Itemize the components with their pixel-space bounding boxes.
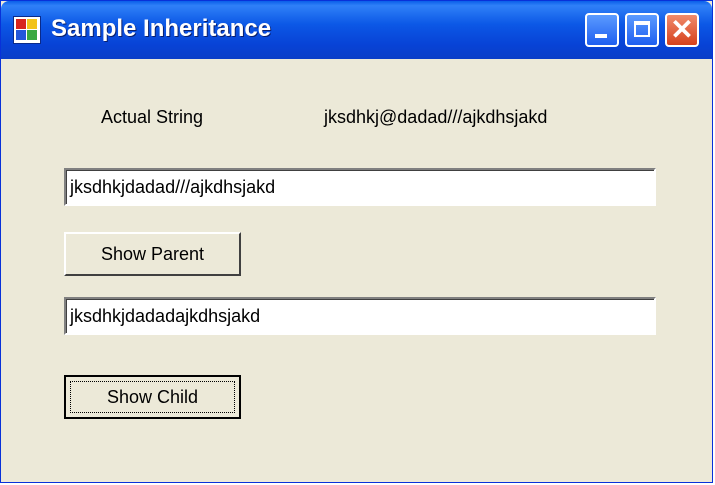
app-icon[interactable] [13, 16, 41, 44]
child-textbox[interactable]: jksdhkjdadadajkdhsjakd [64, 297, 656, 335]
maximize-icon [634, 21, 650, 37]
show-child-button[interactable]: Show Child [64, 375, 241, 419]
show-parent-button[interactable]: Show Parent [64, 232, 241, 276]
focus-ring [70, 381, 235, 413]
parent-textbox[interactable]: jksdhkjdadad///ajkdhsjakd [64, 168, 656, 206]
close-icon: ✕ [670, 14, 694, 45]
title-bar[interactable]: Sample Inheritance ✕ [1, 1, 712, 59]
app-window: Sample Inheritance ✕ Actual String jksdh… [0, 0, 713, 483]
actual-string-value: jksdhkj@dadad///ajkdhsjakd [324, 107, 548, 127]
actual-string-caption: Actual String [101, 107, 204, 127]
minimize-button[interactable] [585, 13, 619, 47]
minimize-icon [595, 34, 607, 38]
show-parent-label: Show Parent [100, 244, 205, 264]
window-title: Sample Inheritance [51, 15, 272, 42]
maximize-button[interactable] [625, 13, 659, 47]
close-button[interactable]: ✕ [665, 13, 699, 47]
